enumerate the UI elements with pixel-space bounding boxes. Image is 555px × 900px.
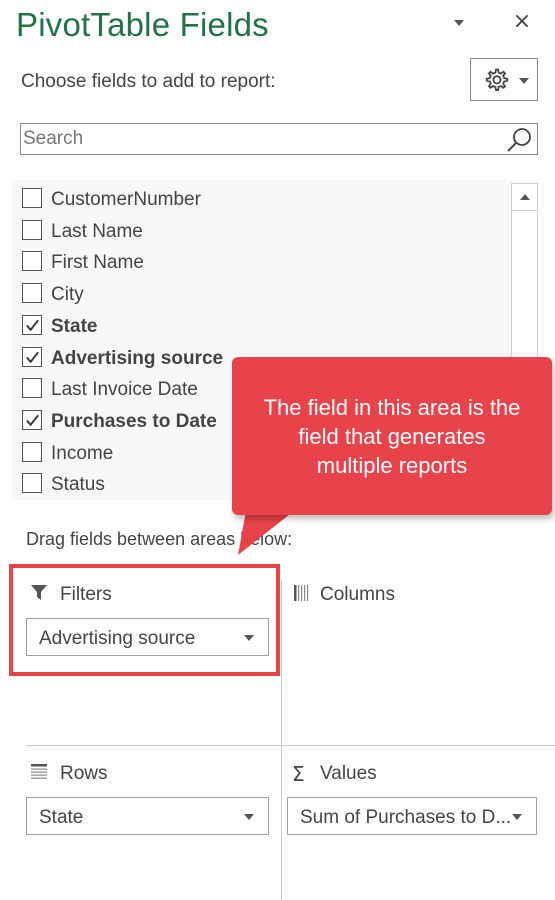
field-checkbox[interactable] bbox=[22, 219, 42, 240]
values-area-label: Values bbox=[320, 763, 377, 784]
field-label: Purchases to Date bbox=[51, 410, 217, 432]
area-divider-horizontal bbox=[26, 745, 555, 746]
columns-icon bbox=[294, 585, 309, 601]
gear-icon bbox=[485, 68, 509, 91]
field-label: Status bbox=[51, 474, 105, 496]
field-label: Last Name bbox=[51, 220, 143, 242]
field-checkbox[interactable] bbox=[22, 378, 42, 399]
field-label: Last Invoice Date bbox=[51, 379, 198, 401]
field-checkbox[interactable] bbox=[22, 251, 42, 272]
callout-line-2: field that generates bbox=[298, 424, 486, 449]
panel-title: PivotTable Fields bbox=[16, 6, 269, 43]
chevron-down-icon bbox=[244, 814, 254, 820]
checkmark-icon bbox=[26, 414, 39, 427]
field-checkbox[interactable] bbox=[22, 188, 42, 208]
field-label: Advertising source bbox=[51, 347, 224, 369]
search-input[interactable] bbox=[21, 124, 491, 154]
field-checkbox[interactable] bbox=[22, 346, 42, 367]
area-divider-vertical bbox=[281, 580, 282, 900]
sigma-icon: Σ bbox=[292, 762, 305, 786]
scroll-up-button[interactable] bbox=[511, 183, 538, 211]
chevron-down-icon bbox=[512, 814, 522, 820]
rows-icon bbox=[31, 764, 47, 779]
field-checkbox[interactable] bbox=[22, 283, 42, 304]
settings-button[interactable] bbox=[470, 58, 538, 101]
field-label: Income bbox=[51, 442, 114, 464]
close-icon[interactable]: × bbox=[511, 11, 533, 33]
columns-area-label: Columns bbox=[320, 584, 395, 605]
choose-fields-label: Choose fields to add to report: bbox=[21, 71, 276, 92]
callout-line-3: multiple reports bbox=[316, 453, 468, 478]
field-label: City bbox=[51, 284, 84, 306]
rows-field-label: State bbox=[39, 807, 84, 828]
filters-highlight-box bbox=[9, 564, 280, 676]
chevron-down-icon[interactable] bbox=[452, 18, 466, 28]
values-field-dropdown[interactable]: Sum of Purchases to D... bbox=[287, 797, 537, 835]
callout-line-1: The field in this area is the bbox=[263, 395, 521, 420]
field-checkbox[interactable] bbox=[22, 473, 42, 494]
callout-annotation: The field in this area is the field that… bbox=[232, 357, 552, 515]
search-icon[interactable] bbox=[505, 126, 533, 154]
field-label: First Name bbox=[51, 252, 144, 274]
rows-area-label: Rows bbox=[60, 763, 108, 784]
rows-field-dropdown[interactable]: State bbox=[26, 797, 269, 835]
callout-text: The field in this area is the field that… bbox=[232, 393, 552, 480]
search-field[interactable] bbox=[20, 123, 538, 155]
field-checkbox[interactable] bbox=[22, 441, 42, 462]
field-label: CustomerNumber bbox=[51, 189, 201, 210]
field-checkbox[interactable] bbox=[22, 314, 42, 335]
field-label: State bbox=[51, 315, 98, 337]
chevron-down-icon bbox=[519, 78, 529, 84]
chevron-up-icon bbox=[520, 194, 530, 200]
checkmark-icon bbox=[26, 319, 39, 332]
values-field-label: Sum of Purchases to D... bbox=[300, 807, 512, 828]
checkmark-icon bbox=[26, 351, 39, 363]
field-checkbox[interactable] bbox=[22, 409, 42, 430]
